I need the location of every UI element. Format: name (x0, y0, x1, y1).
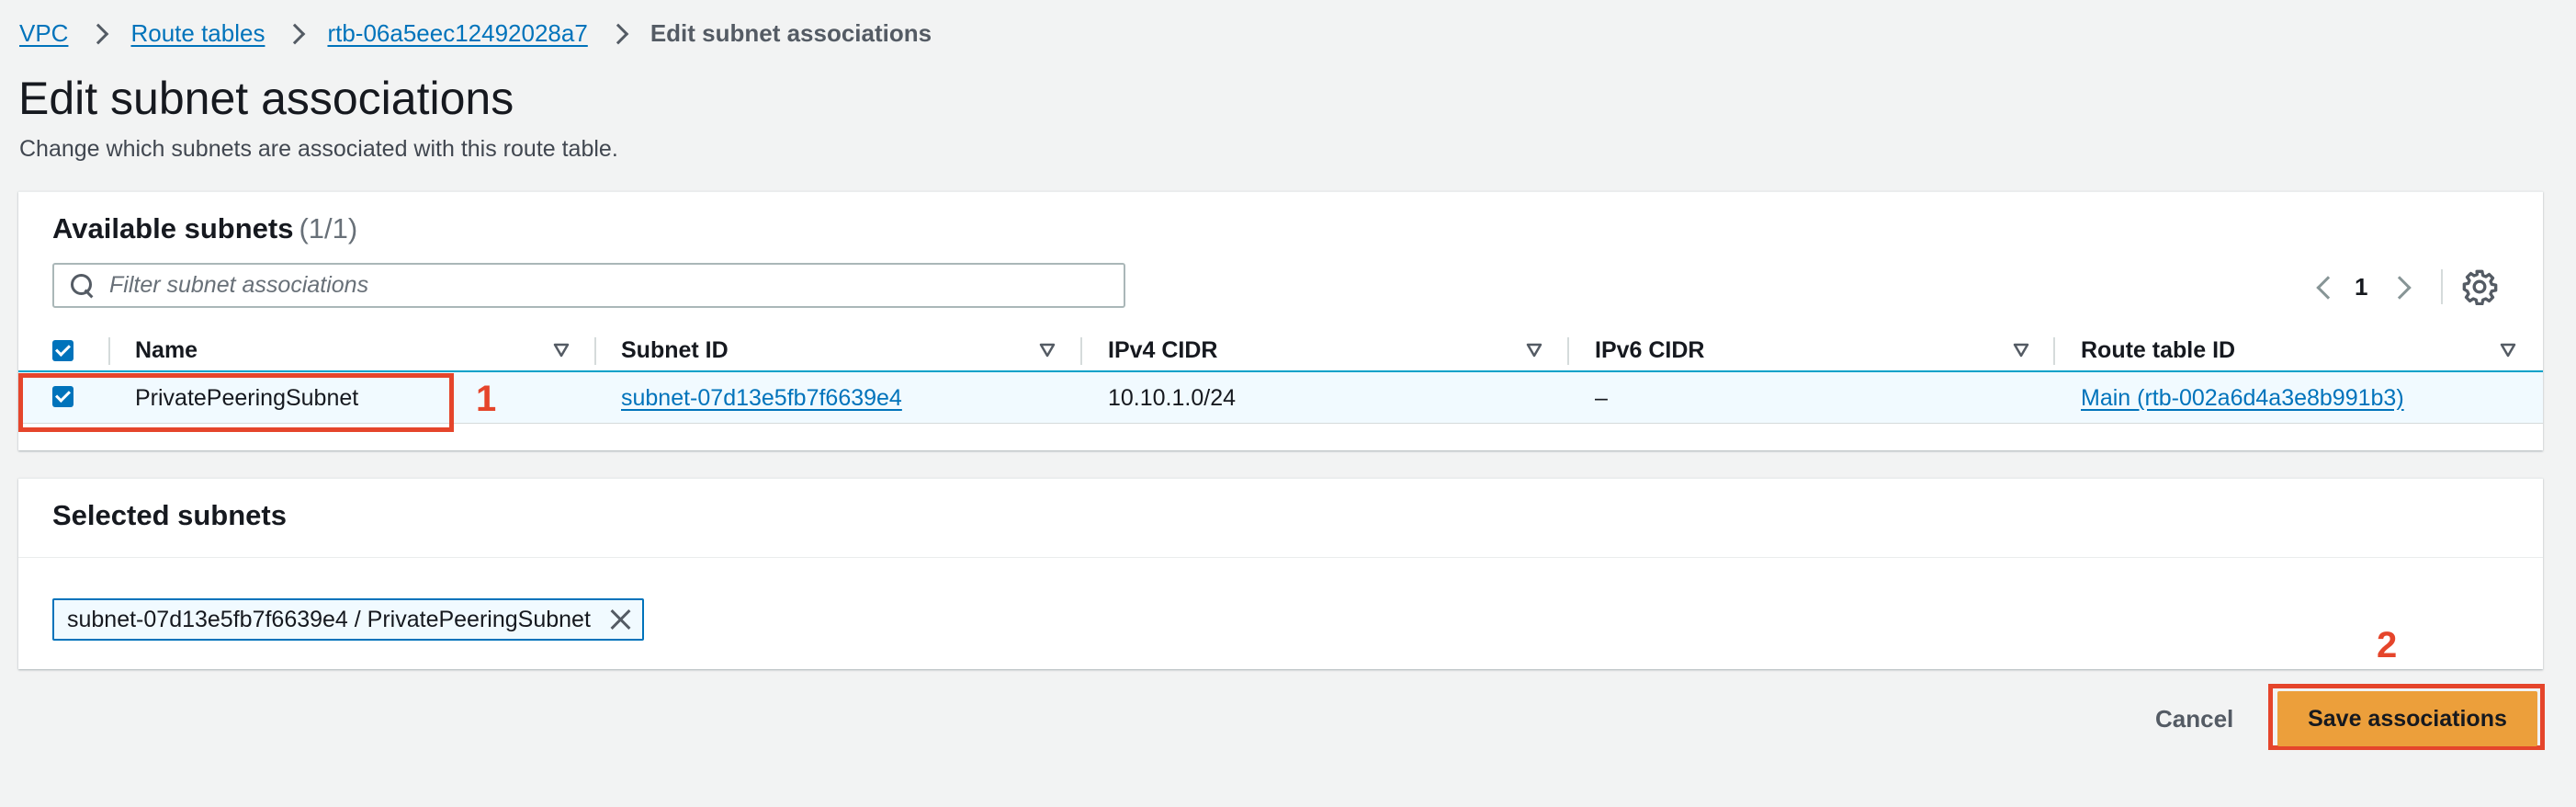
available-subnets-title: Available subnets (52, 212, 294, 244)
annotation-highlight-row (18, 373, 454, 432)
column-header-ipv6-cidr[interactable]: IPv6 CIDR (1595, 328, 1704, 372)
filter-input[interactable] (109, 272, 1102, 299)
selected-subnets-heading: Selected subnets (52, 499, 287, 531)
filter-box (52, 263, 1125, 308)
column-divider (594, 337, 596, 365)
column-header-name[interactable]: Name (135, 328, 198, 372)
chevron-right-icon (285, 20, 307, 46)
ipv4-cidr: 10.10.1.0/24 (1108, 384, 1237, 411)
column-divider (108, 337, 110, 365)
sort-down-icon[interactable] (1525, 341, 1543, 359)
annotation-step-2: 2 (2377, 625, 2398, 665)
search-icon (69, 272, 96, 300)
breadcrumb-route-tables[interactable]: Route tables (130, 19, 265, 48)
selected-subnets-panel: Selected subnets subnet-07d13e5fb7f6639e… (18, 478, 2543, 669)
page-title: Edit subnet associations (18, 73, 514, 124)
table-header: Name Subnet ID IPv4 CIDR IPv6 CIDR Route… (18, 328, 2543, 372)
pager-divider (2441, 269, 2444, 304)
token-label: subnet-07d13e5fb7f6639e4 / PrivatePeerin… (67, 606, 591, 632)
route-table-id-link[interactable]: Main (rtb-002a6d4a3e8b991b3) (2081, 385, 2404, 412)
breadcrumb-vpc[interactable]: VPC (19, 19, 68, 48)
subnet-id-link[interactable]: subnet-07d13e5fb7f6639e4 (621, 385, 902, 412)
column-header-subnet-id[interactable]: Subnet ID (621, 328, 729, 372)
column-divider (1567, 337, 1569, 365)
select-all-checkbox[interactable] (52, 340, 73, 361)
chevron-left-icon[interactable] (2310, 268, 2338, 305)
column-header-route-table-id[interactable]: Route table ID (2081, 328, 2235, 372)
page-number[interactable]: 1 (2355, 273, 2367, 301)
panel-divider (18, 557, 2543, 558)
available-subnets-count: (1/1) (299, 212, 358, 244)
chevron-right-icon (608, 20, 630, 46)
sort-down-icon[interactable] (2012, 341, 2030, 359)
breadcrumb-current: Edit subnet associations (650, 18, 932, 47)
ipv6-cidr: – (1595, 384, 1608, 411)
chevron-right-icon (88, 20, 110, 46)
column-divider (2053, 337, 2055, 365)
save-associations-button[interactable]: Save associations (2277, 691, 2537, 746)
gear-icon[interactable] (2461, 268, 2498, 305)
breadcrumb-route-table-id[interactable]: rtb-06a5eec12492028a7 (327, 19, 587, 48)
pagination: 1 (2310, 268, 2498, 305)
close-icon[interactable] (609, 608, 631, 631)
page-description: Change which subnets are associated with… (19, 136, 618, 162)
breadcrumb: VPC Route tables rtb-06a5eec12492028a7 E… (19, 15, 932, 51)
column-divider (1080, 337, 1082, 365)
column-header-ipv4-cidr[interactable]: IPv4 CIDR (1108, 328, 1217, 372)
annotation-step-1: 1 (476, 379, 497, 419)
sort-down-icon[interactable] (2499, 341, 2517, 359)
sort-down-icon[interactable] (552, 341, 571, 359)
selected-subnet-token: subnet-07d13e5fb7f6639e4 / PrivatePeerin… (52, 598, 644, 641)
available-subnets-heading: Available subnets (1/1) (52, 212, 357, 245)
sort-down-icon[interactable] (1038, 341, 1056, 359)
chevron-right-icon[interactable] (2390, 268, 2417, 305)
cancel-button[interactable]: Cancel (2141, 699, 2248, 739)
